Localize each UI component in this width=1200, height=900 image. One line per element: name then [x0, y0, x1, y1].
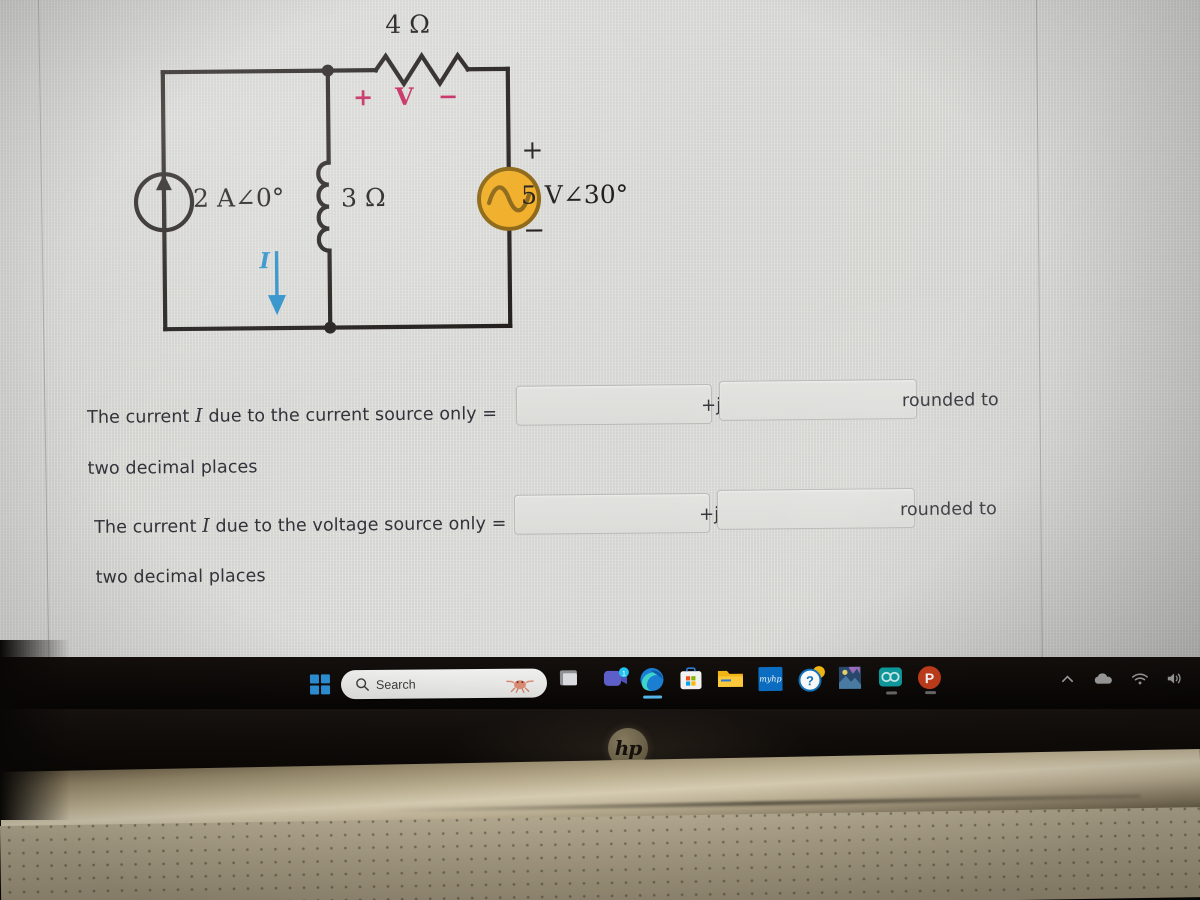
q2-middle: due to the voltage source only = [215, 513, 507, 537]
voltage-symbol-label: V [394, 81, 414, 111]
voltage-minus-label: − [437, 81, 459, 111]
search-box[interactable]: Search [340, 668, 548, 700]
start-button[interactable] [305, 669, 335, 699]
q1-imaginary-part-input[interactable] [718, 378, 918, 421]
folder-icon [717, 670, 744, 687]
wifi-icon[interactable] [1131, 671, 1149, 686]
current-source-value-label: 2 A∠0° [192, 183, 285, 213]
voltage-source-minus-label: − [523, 215, 546, 246]
hp-logo-text: hp [614, 736, 643, 760]
system-tray [1060, 652, 1200, 705]
powerpoint-active-indicator [925, 691, 937, 694]
q1-middle: due to the current source only = [208, 403, 498, 427]
node-dot-bottom [324, 321, 337, 334]
q2-current-symbol: I [202, 514, 210, 537]
voltage-source-value-label: 5 V∠30° [520, 179, 629, 210]
svg-text:myhp: myhp [759, 674, 781, 683]
arduino-button[interactable] [877, 664, 907, 695]
document-content: 4 Ω + V − 2 A∠0° 3 Ω + 5 V∠30° − I The c… [0, 0, 1200, 657]
current-arrow-label: I [259, 248, 271, 275]
q1-prefix: The current [87, 406, 190, 428]
q2-prefix: The current [94, 516, 197, 538]
edge-active-indicator [643, 695, 663, 699]
windows-logo-icon [309, 674, 331, 695]
task-view-icon [559, 670, 578, 686]
file-explorer-button[interactable] [716, 666, 746, 696]
current-arrow [267, 251, 286, 316]
arduino-icon [878, 667, 903, 687]
arduino-active-indicator [886, 691, 898, 695]
q2-suffix-text: rounded to [899, 499, 997, 521]
q1-current-symbol: I [195, 404, 203, 427]
powerpoint-button[interactable]: P [916, 664, 946, 694]
resistor-value-label: 4 Ω [385, 9, 431, 40]
voltage-source-plus-label: + [521, 135, 544, 166]
teams-button[interactable]: 1 [602, 667, 632, 697]
myhp-button[interactable]: myhp [757, 665, 787, 695]
inductor-value-label: 3 Ω [340, 183, 386, 213]
svg-text:1: 1 [622, 671, 626, 678]
store-icon [680, 667, 702, 690]
photo-thumbnail-icon [838, 666, 862, 689]
q1-real-part-input[interactable] [515, 383, 713, 426]
q2-real-part-input[interactable] [513, 492, 711, 535]
voltage-plus-label: + [352, 82, 374, 112]
task-view-button[interactable] [558, 667, 588, 697]
windows-taskbar: Search 1 myhp ? P [0, 657, 1200, 709]
volume-icon[interactable] [1166, 670, 1184, 685]
powerpoint-icon: P [917, 666, 941, 690]
edge-button[interactable] [638, 666, 668, 699]
search-icon [356, 678, 369, 691]
q1-decimal-places-text: two decimal places [88, 457, 258, 479]
q2-second-line: two decimal places [95, 566, 266, 588]
question-mark-icon: ? [798, 666, 825, 692]
store-button[interactable] [678, 666, 708, 696]
q2-rounded-to-label: rounded to [900, 499, 997, 520]
onedrive-cloud-icon[interactable] [1092, 671, 1114, 686]
photos-button[interactable] [837, 665, 867, 695]
edge-icon [640, 668, 664, 692]
left-shadow [0, 640, 70, 820]
q1-second-line: two decimal places [87, 457, 258, 479]
get-help-button[interactable]: ? [797, 665, 827, 695]
teams-icon: 1 [603, 667, 629, 686]
circuit-diagram: 4 Ω + V − 2 A∠0° 3 Ω + 5 V∠30° − I [117, 0, 740, 355]
myhp-icon: myhp [758, 666, 783, 692]
chevron-up-icon[interactable] [1060, 671, 1075, 686]
q2-imaginary-part-input[interactable] [716, 487, 916, 530]
svg-text:?: ? [806, 673, 814, 688]
svg-text:P: P [925, 670, 934, 686]
q2-decimal-places-text: two decimal places [96, 566, 266, 588]
question-2-text: The current I due to the voltage source … [94, 512, 507, 538]
node-dot-top [321, 64, 334, 77]
question-1-text: The current I due to the current source … [87, 402, 497, 428]
q1-suffix-text: rounded to [901, 390, 999, 412]
q1-rounded-to-label: rounded to [902, 390, 999, 411]
laptop-photo: 4 Ω + V − 2 A∠0° 3 Ω + 5 V∠30° − I The c… [0, 0, 1200, 900]
search-placeholder-label: Search [375, 677, 416, 692]
laptop-screen: 4 Ω + V − 2 A∠0° 3 Ω + 5 V∠30° − I The c… [0, 0, 1200, 657]
crab-icon [505, 680, 535, 694]
